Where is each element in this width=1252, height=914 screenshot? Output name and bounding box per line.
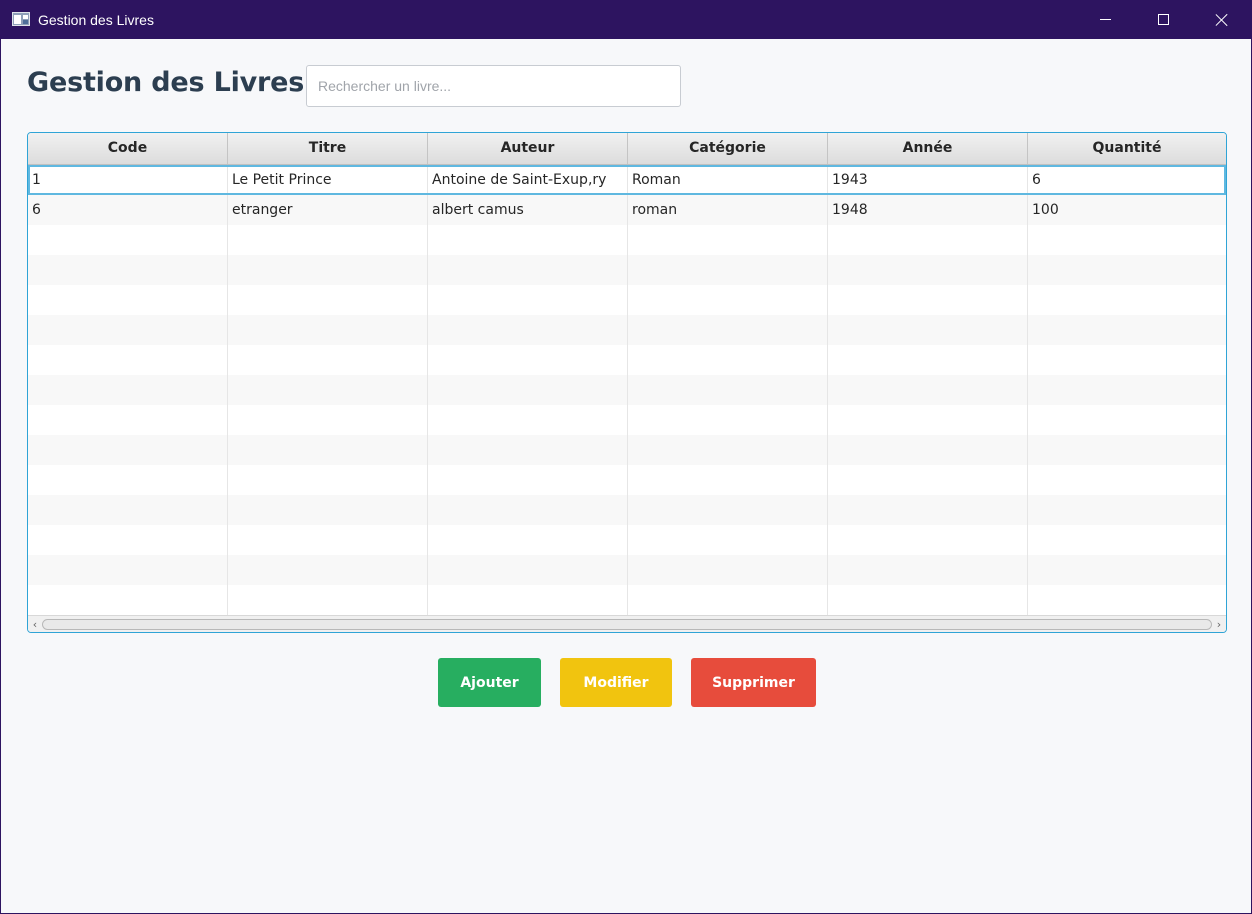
books-table[interactable]: Code Titre Auteur Catégorie Année Quanti… — [27, 132, 1227, 633]
maximize-button[interactable] — [1135, 1, 1193, 39]
empty-row — [28, 555, 1226, 585]
edit-button[interactable]: Modifier — [560, 658, 672, 707]
minimize-icon — [1100, 19, 1111, 20]
table-row[interactable]: 6 etranger albert camus roman 1948 100 — [28, 195, 1226, 225]
cell-category: roman — [628, 195, 828, 225]
column-header-title[interactable]: Titre — [228, 133, 428, 164]
delete-button[interactable]: Supprimer — [691, 658, 816, 707]
cell-author: albert camus — [428, 195, 628, 225]
empty-row — [28, 345, 1226, 375]
empty-row — [28, 375, 1226, 405]
page-title: Gestion des Livres — [27, 67, 305, 98]
empty-row — [28, 255, 1226, 285]
cell-author: Antoine de Saint-Exup,ry — [428, 165, 628, 195]
scroll-left-icon[interactable]: ‹ — [30, 619, 40, 630]
cell-quantity: 100 — [1032, 202, 1059, 218]
empty-row — [28, 495, 1226, 525]
empty-row — [28, 315, 1226, 345]
add-button[interactable]: Ajouter — [438, 658, 541, 707]
search-input[interactable] — [306, 65, 681, 107]
table-header: Code Titre Auteur Catégorie Année Quanti… — [28, 133, 1226, 165]
empty-row — [28, 585, 1226, 615]
close-button[interactable] — [1193, 1, 1251, 39]
cell-year: 1943 — [828, 165, 1028, 195]
app-window: Gestion des Livres Gestion des Livres Co… — [0, 0, 1252, 914]
empty-row — [28, 285, 1226, 315]
column-header-year[interactable]: Année — [828, 133, 1028, 164]
empty-row — [28, 225, 1226, 255]
app-icon — [12, 12, 30, 26]
horizontal-scrollbar[interactable]: ‹ › — [28, 615, 1226, 632]
table-row[interactable]: 1 Le Petit Prince Antoine de Saint-Exup,… — [28, 165, 1226, 195]
cell-quantity: 6 — [1032, 172, 1041, 188]
column-header-quantity[interactable]: Quantité — [1028, 133, 1226, 164]
table-body: 1 Le Petit Prince Antoine de Saint-Exup,… — [28, 165, 1226, 615]
column-header-category[interactable]: Catégorie — [628, 133, 828, 164]
empty-row — [28, 435, 1226, 465]
cell-category: Roman — [628, 165, 828, 195]
empty-row — [28, 465, 1226, 495]
cell-code: 6 — [28, 195, 228, 225]
empty-row — [28, 525, 1226, 555]
scroll-right-icon[interactable]: › — [1214, 619, 1224, 630]
cell-year: 1948 — [828, 195, 1028, 225]
title-bar[interactable]: Gestion des Livres — [1, 1, 1252, 39]
empty-row — [28, 405, 1226, 435]
close-icon — [1215, 13, 1229, 27]
cell-title: Le Petit Prince — [228, 165, 428, 195]
column-header-code[interactable]: Code — [28, 133, 228, 164]
maximize-icon — [1158, 14, 1169, 25]
cell-title: etranger — [228, 195, 428, 225]
scroll-thumb[interactable] — [42, 619, 1212, 630]
cell-code: 1 — [28, 165, 228, 195]
minimize-button[interactable] — [1077, 1, 1135, 39]
window-title: Gestion des Livres — [38, 12, 154, 28]
column-header-author[interactable]: Auteur — [428, 133, 628, 164]
